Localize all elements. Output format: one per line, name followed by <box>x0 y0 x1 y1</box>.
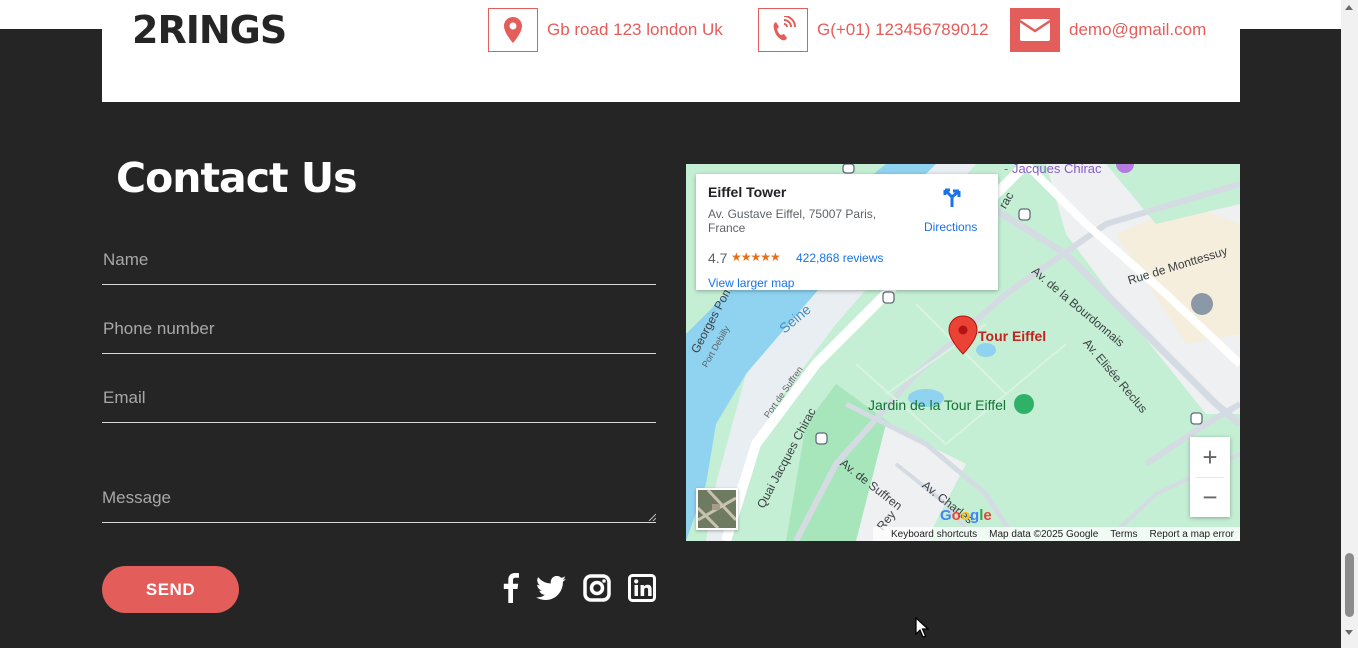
place-card: Eiffel Tower Av. Gustave Eiffel, 75007 P… <box>696 174 998 290</box>
twitter-icon[interactable] <box>535 572 567 604</box>
address-info: Gb road 123 london Uk <box>488 8 723 52</box>
minus-icon: − <box>1202 482 1218 512</box>
view-larger-map-link[interactable]: View larger map <box>708 276 794 290</box>
send-button[interactable]: SEND <box>102 566 239 613</box>
scroll-down-arrow-icon[interactable] <box>1345 630 1353 635</box>
satellite-thumbnail-icon <box>696 488 738 530</box>
phone-icon <box>758 8 808 52</box>
map-label-jacques-chirac: - Jacques Chirac <box>1004 164 1102 176</box>
header-card: 2RINGS Gb road 123 london Uk G(+01) 1234… <box>102 0 1240 102</box>
phone-input[interactable] <box>102 319 656 339</box>
satellite-layer-toggle[interactable] <box>696 488 738 530</box>
email-field-wrap <box>102 388 656 423</box>
place-address: Av. Gustave Eiffel, 75007 Paris, France <box>708 207 877 235</box>
contact-title: Contact Us <box>116 154 358 202</box>
scroll-up-arrow-icon[interactable] <box>1345 5 1353 10</box>
email-input[interactable] <box>102 388 656 408</box>
location-pin-icon <box>488 8 538 52</box>
keyboard-shortcuts-link[interactable]: Keyboard shortcuts <box>891 529 977 540</box>
message-textarea[interactable] <box>102 488 656 512</box>
name-field-wrap <box>102 250 656 285</box>
terms-link[interactable]: Terms <box>1110 529 1137 540</box>
plus-icon: + <box>1202 442 1218 472</box>
phone-text: G(+01) 123456789012 <box>817 20 989 39</box>
facebook-icon[interactable] <box>500 572 522 604</box>
site-logo[interactable]: 2RINGS <box>132 8 287 52</box>
directions-link[interactable]: Directions <box>924 220 977 234</box>
map-footer: Keyboard shortcuts Map data ©2025 Google… <box>872 527 1240 541</box>
page-scrollbar[interactable] <box>1341 0 1358 648</box>
zoom-in-button[interactable]: + <box>1190 437 1230 477</box>
rating-stars-icon: ★★★★★ <box>731 250 781 264</box>
mouse-cursor-icon <box>915 617 929 638</box>
zoom-out-button[interactable]: − <box>1190 477 1230 517</box>
directions-icon[interactable] <box>941 185 963 207</box>
address-text: Gb road 123 london Uk <box>547 20 723 39</box>
resize-grip-icon[interactable] <box>648 513 656 521</box>
phone-info: G(+01) 123456789012 <box>758 8 989 52</box>
map-label-jardin: Jardin de la Tour Eiffel <box>868 397 1007 413</box>
email-text: demo@gmail.com <box>1069 20 1207 39</box>
google-logo: Google <box>940 507 992 524</box>
map-label-tour-eiffel: Tour Eiffel <box>978 328 1047 344</box>
map-data-text: Map data ©2025 Google <box>989 528 1099 540</box>
instagram-icon[interactable] <box>582 572 612 604</box>
report-map-error-link[interactable]: Report a map error <box>1150 529 1234 540</box>
email-info: demo@gmail.com <box>1010 8 1206 52</box>
linkedin-icon[interactable] <box>627 572 657 604</box>
scroll-thumb[interactable] <box>1345 553 1354 617</box>
message-field-wrap <box>102 488 656 523</box>
zoom-controls: + − <box>1190 437 1230 517</box>
place-title: Eiffel Tower <box>708 184 787 200</box>
reviews-link[interactable]: 422,868 reviews <box>796 251 883 265</box>
envelope-icon <box>1010 8 1060 52</box>
google-map[interactable]: - Jacques Chirac Av. de la Bourdonnais R… <box>686 164 1240 541</box>
place-rating: 4.7 <box>708 250 728 266</box>
name-input[interactable] <box>102 250 656 270</box>
phone-field-wrap <box>102 319 656 354</box>
